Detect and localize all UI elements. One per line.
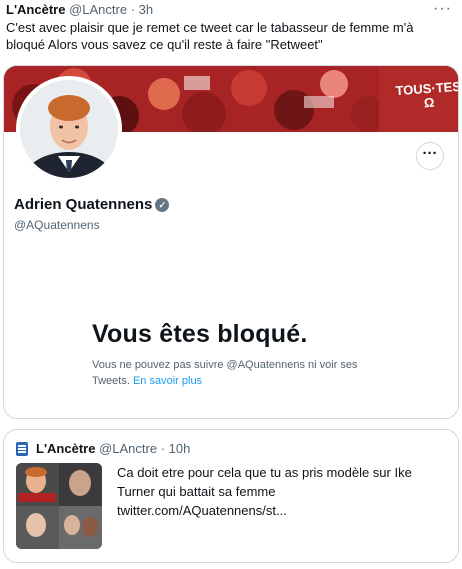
profile-name[interactable]: Adrien Quatennens ✓	[14, 196, 170, 213]
quoted-media-collage-image	[16, 463, 102, 549]
tweet-header: L'Ancètre @LAnctre · 3h	[6, 2, 153, 17]
quoted-author-avatar-icon[interactable]	[16, 442, 28, 456]
quoted-author-name[interactable]: L'Ancètre	[36, 441, 95, 456]
tweet-text: C'est avec plaisir que je remet ce tweet…	[6, 20, 414, 52]
tweet-author-name[interactable]: L'Ancètre	[6, 2, 65, 17]
banner-sign-text: TOUS·TES Ω	[395, 79, 458, 113]
tweet-more-icon[interactable]: ···	[433, 0, 452, 18]
profile-card[interactable]: TOUS·TES Ω ··· Adrien Quatennens ✓ @AQuat…	[3, 65, 459, 419]
blocked-title: Vous êtes bloqué.	[92, 320, 308, 348]
verified-badge-icon: ✓	[155, 198, 170, 212]
profile-avatar[interactable]	[16, 76, 122, 182]
profile-name-text: Adrien Quatennens	[14, 196, 153, 213]
blocked-message: Vous ne pouvez pas suivre @AQuatennens n…	[92, 357, 392, 389]
quoted-separator: ·	[157, 441, 169, 456]
quoted-tweet-time[interactable]: 10h	[169, 441, 191, 456]
quoted-tweet-text: Ca doit etre pour cela que tu as pris mo…	[117, 465, 412, 518]
tweet-time[interactable]: 3h	[139, 2, 153, 17]
quoted-tweet-header: L'Ancètre @LAnctre · 10h	[36, 441, 190, 456]
avatar-portrait-image	[20, 80, 118, 178]
tweet-author-handle[interactable]: @LAnctre	[69, 2, 127, 17]
blocked-message-text: Vous ne pouvez pas suivre @AQuatennens n…	[92, 359, 358, 387]
learn-more-link[interactable]: En savoir plus	[133, 375, 202, 387]
profile-more-button[interactable]: ···	[416, 142, 444, 170]
quoted-tweet[interactable]: L'Ancètre @LAnctre · 10h Ca doit etre po…	[3, 429, 459, 563]
profile-handle: @AQuatennens	[14, 218, 100, 232]
tweet-separator: ·	[127, 2, 139, 17]
quoted-tweet-media[interactable]	[16, 463, 102, 549]
quoted-author-handle[interactable]: @LAnctre	[99, 441, 157, 456]
